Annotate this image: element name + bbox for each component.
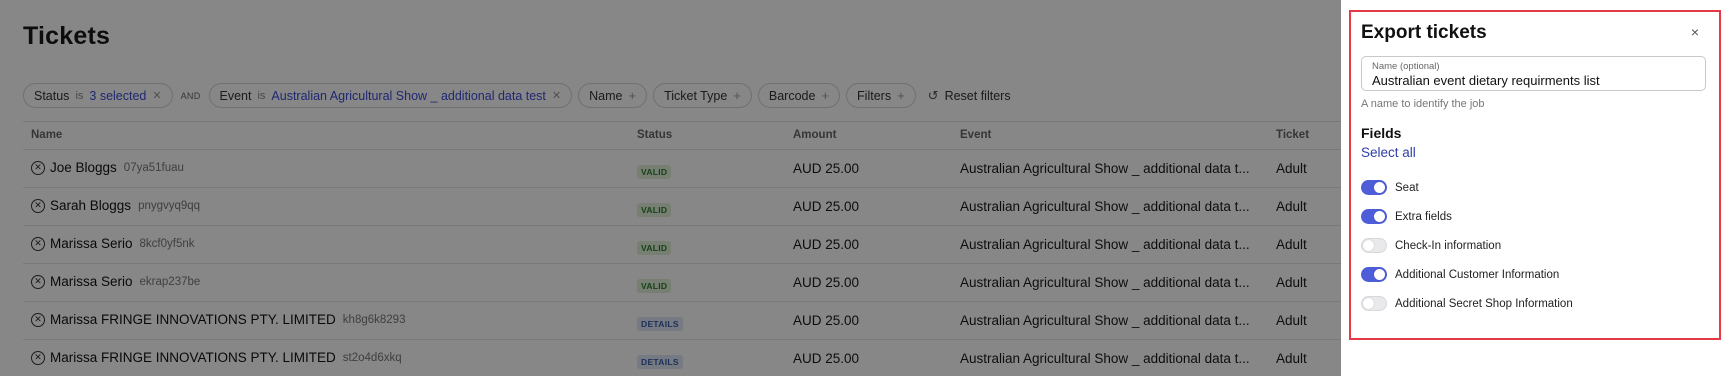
select-all-link[interactable]: Select all bbox=[1361, 145, 1416, 160]
field-toggle-row: Additional Secret Shop Information bbox=[1361, 289, 1573, 318]
field-toggle-row: Additional Customer Information bbox=[1361, 260, 1573, 289]
toggle-knob bbox=[1363, 240, 1374, 251]
toggle-knob bbox=[1374, 211, 1385, 222]
export-name-field[interactable]: Name (optional) bbox=[1361, 56, 1706, 91]
field-toggle-row: Seat bbox=[1361, 173, 1573, 202]
panel-title: Export tickets bbox=[1361, 22, 1487, 43]
field-toggle-label: Extra fields bbox=[1395, 210, 1452, 223]
fields-title: Fields bbox=[1361, 125, 1402, 141]
export-name-label: Name (optional) bbox=[1372, 61, 1440, 72]
field-toggle-row: Extra fields bbox=[1361, 202, 1573, 231]
field-toggle-switch[interactable] bbox=[1361, 180, 1387, 195]
field-toggle-switch[interactable] bbox=[1361, 296, 1387, 311]
field-toggle-switch[interactable] bbox=[1361, 209, 1387, 224]
close-icon[interactable]: × bbox=[1691, 24, 1699, 40]
fields-toggle-list: Seat Extra fields Check-In information Addi… bbox=[1361, 173, 1573, 318]
field-toggle-label: Seat bbox=[1395, 181, 1419, 194]
toggle-knob bbox=[1374, 269, 1385, 280]
field-toggle-label: Check-In information bbox=[1395, 239, 1502, 252]
field-toggle-label: Additional Secret Shop Information bbox=[1395, 297, 1573, 310]
field-toggle-switch[interactable] bbox=[1361, 267, 1387, 282]
toggle-knob bbox=[1374, 182, 1385, 193]
export-name-helper: A name to identify the job bbox=[1361, 98, 1485, 110]
field-toggle-label: Additional Customer Information bbox=[1395, 268, 1560, 281]
toggle-knob bbox=[1363, 298, 1374, 309]
export-tickets-panel: Export tickets × Name (optional) A name … bbox=[1341, 0, 1723, 376]
tickets-page: Tickets Status is 3 selected ✕ AND Event… bbox=[0, 0, 1341, 376]
modal-backdrop[interactable] bbox=[0, 0, 1341, 376]
export-name-input[interactable] bbox=[1372, 73, 1695, 88]
field-toggle-switch[interactable] bbox=[1361, 238, 1387, 253]
field-toggle-row: Check-In information bbox=[1361, 231, 1573, 260]
